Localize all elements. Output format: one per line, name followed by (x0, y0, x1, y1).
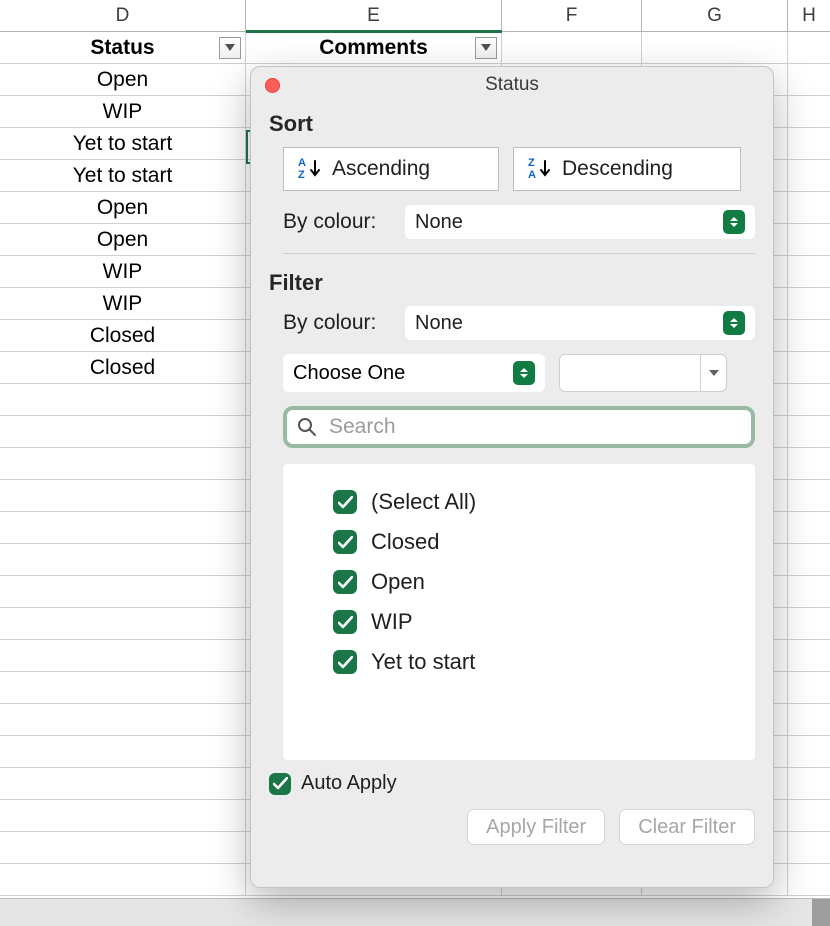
by-colour-label: By colour: (283, 210, 389, 234)
cell[interactable] (502, 32, 642, 63)
auto-apply-label: Auto Apply (301, 772, 397, 795)
column-headers: D E F G H (0, 0, 830, 32)
check-item-select-all[interactable]: (Select All) (333, 482, 737, 522)
column-header-D[interactable]: D (0, 0, 246, 31)
cell[interactable]: WIP (0, 288, 246, 319)
search-input[interactable] (327, 414, 741, 440)
autofilter-popup: Status Sort AZ Ascending ZA Descendi (250, 66, 774, 888)
search-field-container (283, 406, 755, 448)
column-header-H[interactable]: H (788, 0, 830, 31)
cell[interactable] (788, 352, 830, 383)
cell[interactable] (788, 288, 830, 319)
sort-descending-button[interactable]: ZA Descending (513, 147, 741, 191)
horizontal-scrollbar-area[interactable] (0, 898, 830, 926)
filter-value-combo[interactable] (559, 354, 727, 392)
checkbox-checked-icon[interactable] (333, 610, 357, 634)
cell[interactable] (788, 320, 830, 351)
divider (283, 253, 755, 254)
cell[interactable] (788, 64, 830, 95)
column-header-E[interactable]: E (246, 0, 502, 31)
sort-ascending-icon: AZ (298, 158, 322, 180)
auto-apply-row[interactable]: Auto Apply (269, 772, 755, 795)
button-label: Descending (562, 157, 673, 181)
filter-dropdown-icon[interactable] (475, 37, 497, 59)
combo-text[interactable] (560, 355, 700, 391)
stepper-icon (513, 361, 535, 385)
cell[interactable]: Open (0, 224, 246, 255)
search-icon (297, 417, 317, 437)
filter-condition-select[interactable]: Choose One (283, 354, 545, 392)
close-icon[interactable] (265, 78, 280, 93)
filter-checklist: (Select All) Closed Open (283, 464, 755, 760)
chevron-down-icon[interactable] (700, 355, 726, 391)
column-header-F[interactable]: F (502, 0, 642, 31)
check-item-label: WIP (371, 609, 413, 635)
filter-dropdown-icon[interactable] (219, 37, 241, 59)
cell[interactable] (788, 128, 830, 159)
cell[interactable]: Closed (0, 320, 246, 351)
cell[interactable]: WIP (0, 96, 246, 127)
cell[interactable]: Yet to start (0, 128, 246, 159)
filter-by-colour-label: By colour: (283, 311, 389, 335)
filter-heading: Filter (269, 270, 755, 296)
sort-by-colour-select[interactable]: None (405, 205, 755, 239)
clear-filter-button[interactable]: Clear Filter (619, 809, 755, 845)
cell-text: Comments (319, 36, 428, 59)
check-item-label: Open (371, 569, 425, 595)
sort-ascending-button[interactable]: AZ Ascending (283, 147, 499, 191)
cell[interactable] (788, 32, 830, 63)
cell[interactable]: Closed (0, 352, 246, 383)
check-item-label: Closed (371, 529, 439, 555)
checkbox-checked-icon[interactable] (333, 530, 357, 554)
cell[interactable] (642, 32, 788, 63)
cell[interactable] (788, 256, 830, 287)
sort-descending-icon: ZA (528, 158, 552, 180)
check-item-yet-to-start[interactable]: Yet to start (333, 642, 737, 682)
checkbox-checked-icon[interactable] (333, 650, 357, 674)
sort-heading: Sort (269, 111, 755, 137)
filter-by-colour-select[interactable]: None (405, 306, 755, 340)
check-item-label: (Select All) (371, 489, 476, 515)
select-value: Choose One (293, 362, 405, 385)
checkbox-checked-icon[interactable] (269, 773, 291, 795)
cell-header-status[interactable]: Status (0, 32, 246, 63)
cell[interactable]: Open (0, 64, 246, 95)
check-item-wip[interactable]: WIP (333, 602, 737, 642)
popup-titlebar[interactable]: Status (251, 67, 773, 103)
active-column-indicator (246, 30, 502, 33)
popup-title: Status (485, 74, 539, 95)
select-value: None (415, 211, 463, 234)
apply-filter-button[interactable]: Apply Filter (467, 809, 605, 845)
cell[interactable]: Open (0, 192, 246, 223)
cell[interactable] (788, 192, 830, 223)
check-item-label: Yet to start (371, 649, 475, 675)
select-value: None (415, 312, 463, 335)
checkbox-checked-icon[interactable] (333, 570, 357, 594)
cell[interactable] (788, 96, 830, 127)
cell[interactable]: Yet to start (0, 160, 246, 191)
button-label: Ascending (332, 157, 430, 181)
stepper-icon (723, 210, 745, 234)
check-item-open[interactable]: Open (333, 562, 737, 602)
cell[interactable] (788, 160, 830, 191)
cell[interactable]: WIP (0, 256, 246, 287)
scrollbar-thumb[interactable] (812, 899, 830, 926)
cell-header-comments[interactable]: Comments (246, 32, 502, 63)
column-header-G[interactable]: G (642, 0, 788, 31)
cell-text: Status (90, 36, 154, 59)
table-row: Status Comments (0, 32, 830, 64)
cell[interactable] (788, 224, 830, 255)
checkbox-checked-icon[interactable] (333, 490, 357, 514)
stepper-icon (723, 311, 745, 335)
check-item-closed[interactable]: Closed (333, 522, 737, 562)
